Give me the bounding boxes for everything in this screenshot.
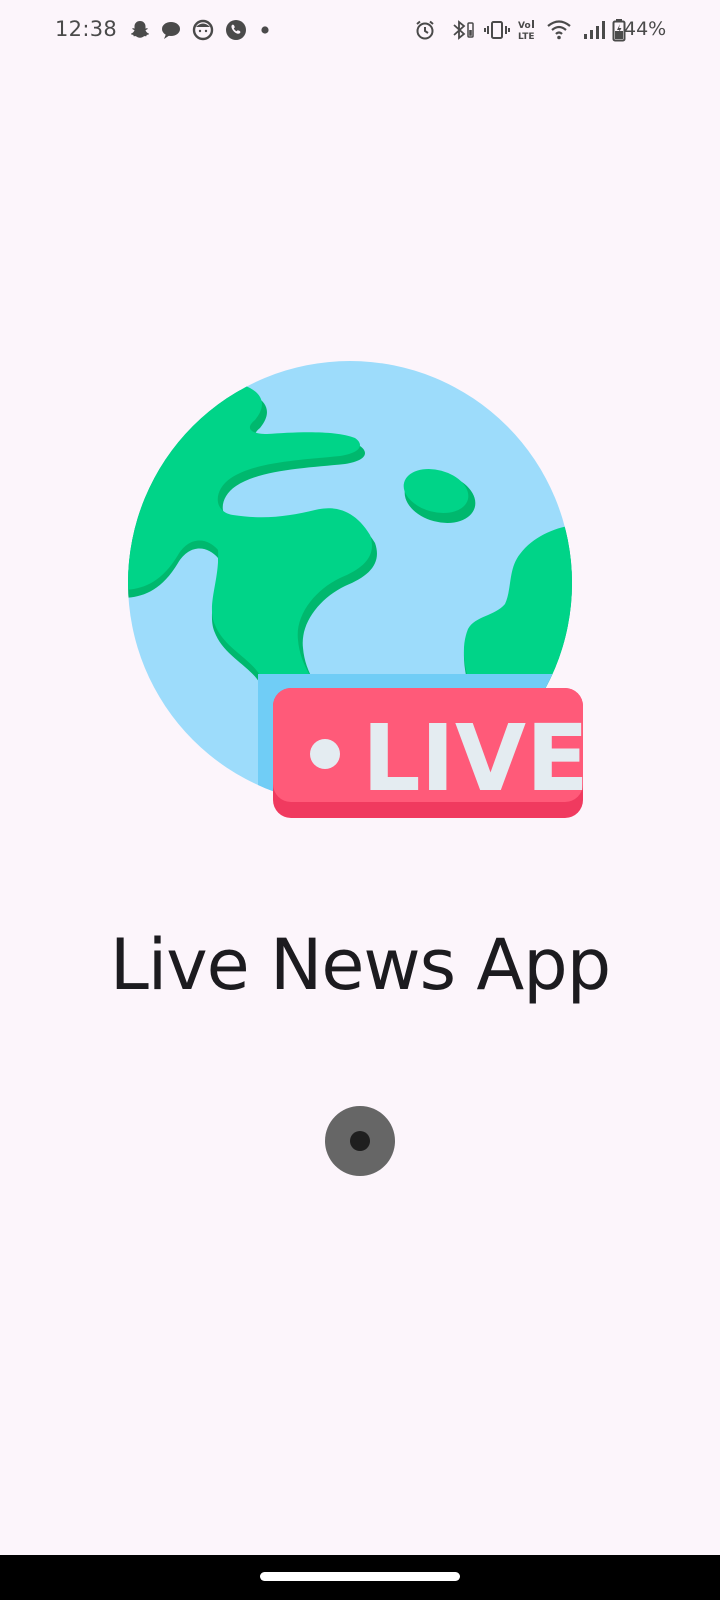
signal-icon	[584, 21, 605, 39]
home-gesture-handle[interactable]	[260, 1572, 460, 1581]
wifi-icon	[547, 20, 571, 40]
battery-percentage: 44%	[624, 18, 667, 40]
navigation-bar	[0, 1555, 720, 1600]
app-logo: LIVE	[128, 361, 589, 818]
loading-indicator	[325, 1106, 395, 1176]
alarm-icon	[416, 20, 434, 40]
live-badge-text: LIVE	[362, 705, 589, 812]
vibrate-icon	[484, 21, 510, 39]
notification-dot-icon	[261, 26, 269, 34]
volte-icon: Vo LTE	[518, 20, 535, 42]
live-badge: LIVE	[273, 688, 589, 818]
app-title: Live News App	[109, 924, 611, 1006]
face-app-icon	[192, 19, 214, 41]
svg-text:LTE: LTE	[518, 32, 535, 42]
live-dot-icon	[310, 739, 340, 769]
bluetooth-icon	[453, 20, 474, 40]
svg-text:Vo: Vo	[518, 21, 531, 31]
system-icons: Vo LTE	[410, 18, 660, 42]
status-bar: 12:38 Vo LTE 44%	[0, 0, 720, 62]
phone-app-icon	[226, 20, 246, 40]
loading-indicator-dot	[350, 1131, 370, 1151]
chat-bubble-icon	[162, 22, 180, 39]
status-time: 12:38	[55, 17, 118, 41]
snapchat-icon	[131, 21, 149, 38]
